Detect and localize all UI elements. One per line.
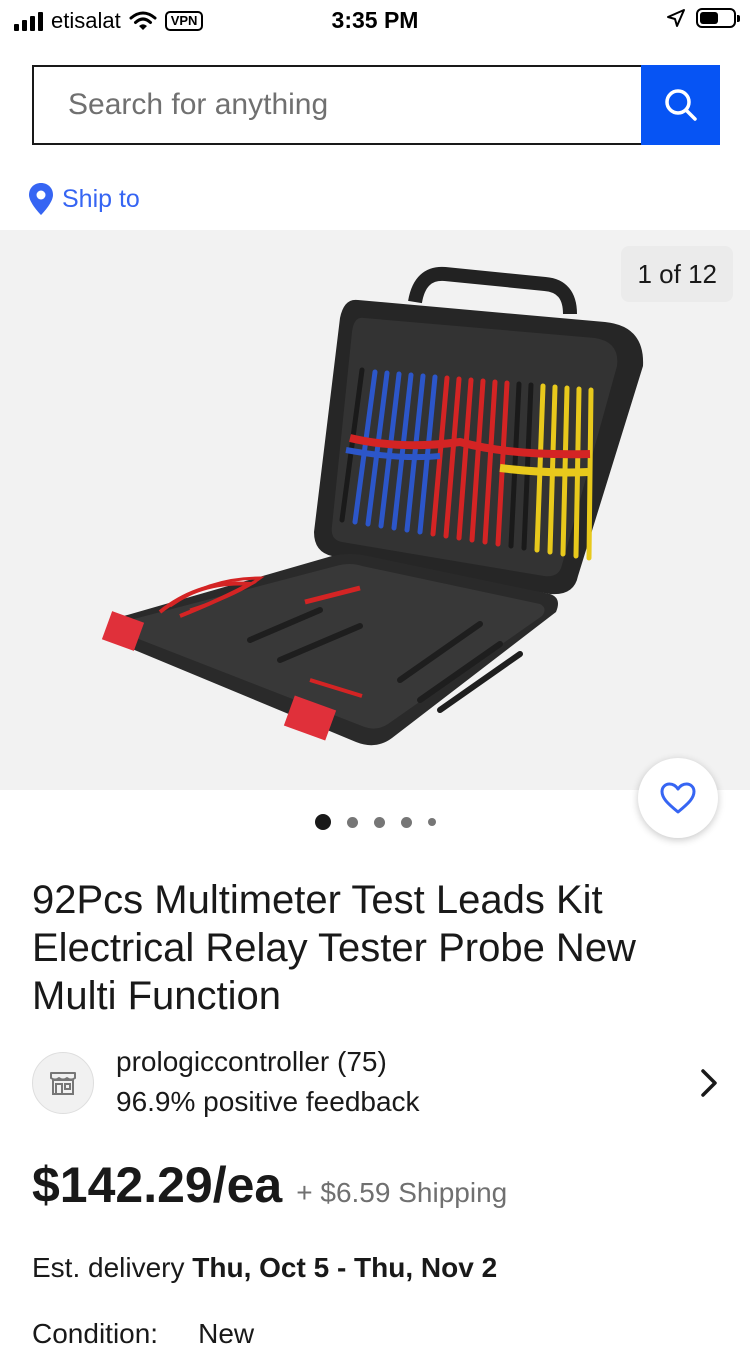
battery-icon: [696, 8, 740, 28]
pagination-dot-active[interactable]: [314, 814, 331, 830]
condition-label: Condition:: [32, 1318, 159, 1349]
condition-row: Condition: New: [32, 1318, 254, 1350]
status-right: [666, 8, 740, 28]
heart-icon: [660, 782, 696, 814]
chevron-right-icon: [701, 1069, 717, 1097]
shipping-cost: + $6.59 Shipping: [296, 1177, 508, 1208]
product-image[interactable]: [100, 260, 660, 750]
ship-to-link[interactable]: Ship to: [28, 182, 140, 216]
battery-level: [700, 12, 718, 24]
search-icon: [664, 89, 697, 121]
location-pin-icon: [29, 183, 53, 215]
gallery-pagination[interactable]: [0, 812, 750, 832]
delivery-label: Est. delivery: [32, 1252, 185, 1283]
search-button[interactable]: [641, 65, 720, 145]
pagination-dot[interactable]: [400, 816, 412, 828]
ship-to-label: Ship to: [62, 184, 140, 213]
pagination-dot[interactable]: [373, 816, 385, 828]
product-title: 92Pcs Multimeter Test Leads Kit Electric…: [32, 878, 636, 1018]
seller-name: prologiccontroller (75): [116, 1046, 387, 1077]
delivery-dates: Thu, Oct 5 - Thu, Nov 2: [192, 1252, 498, 1283]
estimated-delivery: Est. delivery Thu, Oct 5 - Thu, Nov 2: [32, 1252, 497, 1284]
condition-value: New: [198, 1318, 255, 1349]
location-arrow-icon: [667, 9, 685, 27]
search-input[interactable]: [32, 65, 641, 145]
status-time: 3:35 PM: [331, 7, 419, 33]
price-row: $142.29/ea + $6.59 Shipping: [32, 1156, 507, 1214]
store-icon: [50, 1072, 76, 1095]
image-counter: 1 of 12: [621, 246, 733, 302]
store-avatar: [32, 1052, 94, 1114]
price: $142.29/ea: [32, 1157, 283, 1213]
search-bar: [32, 65, 720, 145]
image-gallery[interactable]: 1 of 12: [0, 230, 750, 790]
pagination-dot[interactable]: [427, 818, 436, 826]
status-bar: etisalat VPN 3:35 PM: [0, 0, 750, 40]
seller-feedback: 96.9% positive feedback: [116, 1086, 420, 1117]
pagination-dot[interactable]: [346, 816, 358, 828]
seller-info[interactable]: prologiccontroller (75) 96.9% positive f…: [32, 1042, 722, 1122]
